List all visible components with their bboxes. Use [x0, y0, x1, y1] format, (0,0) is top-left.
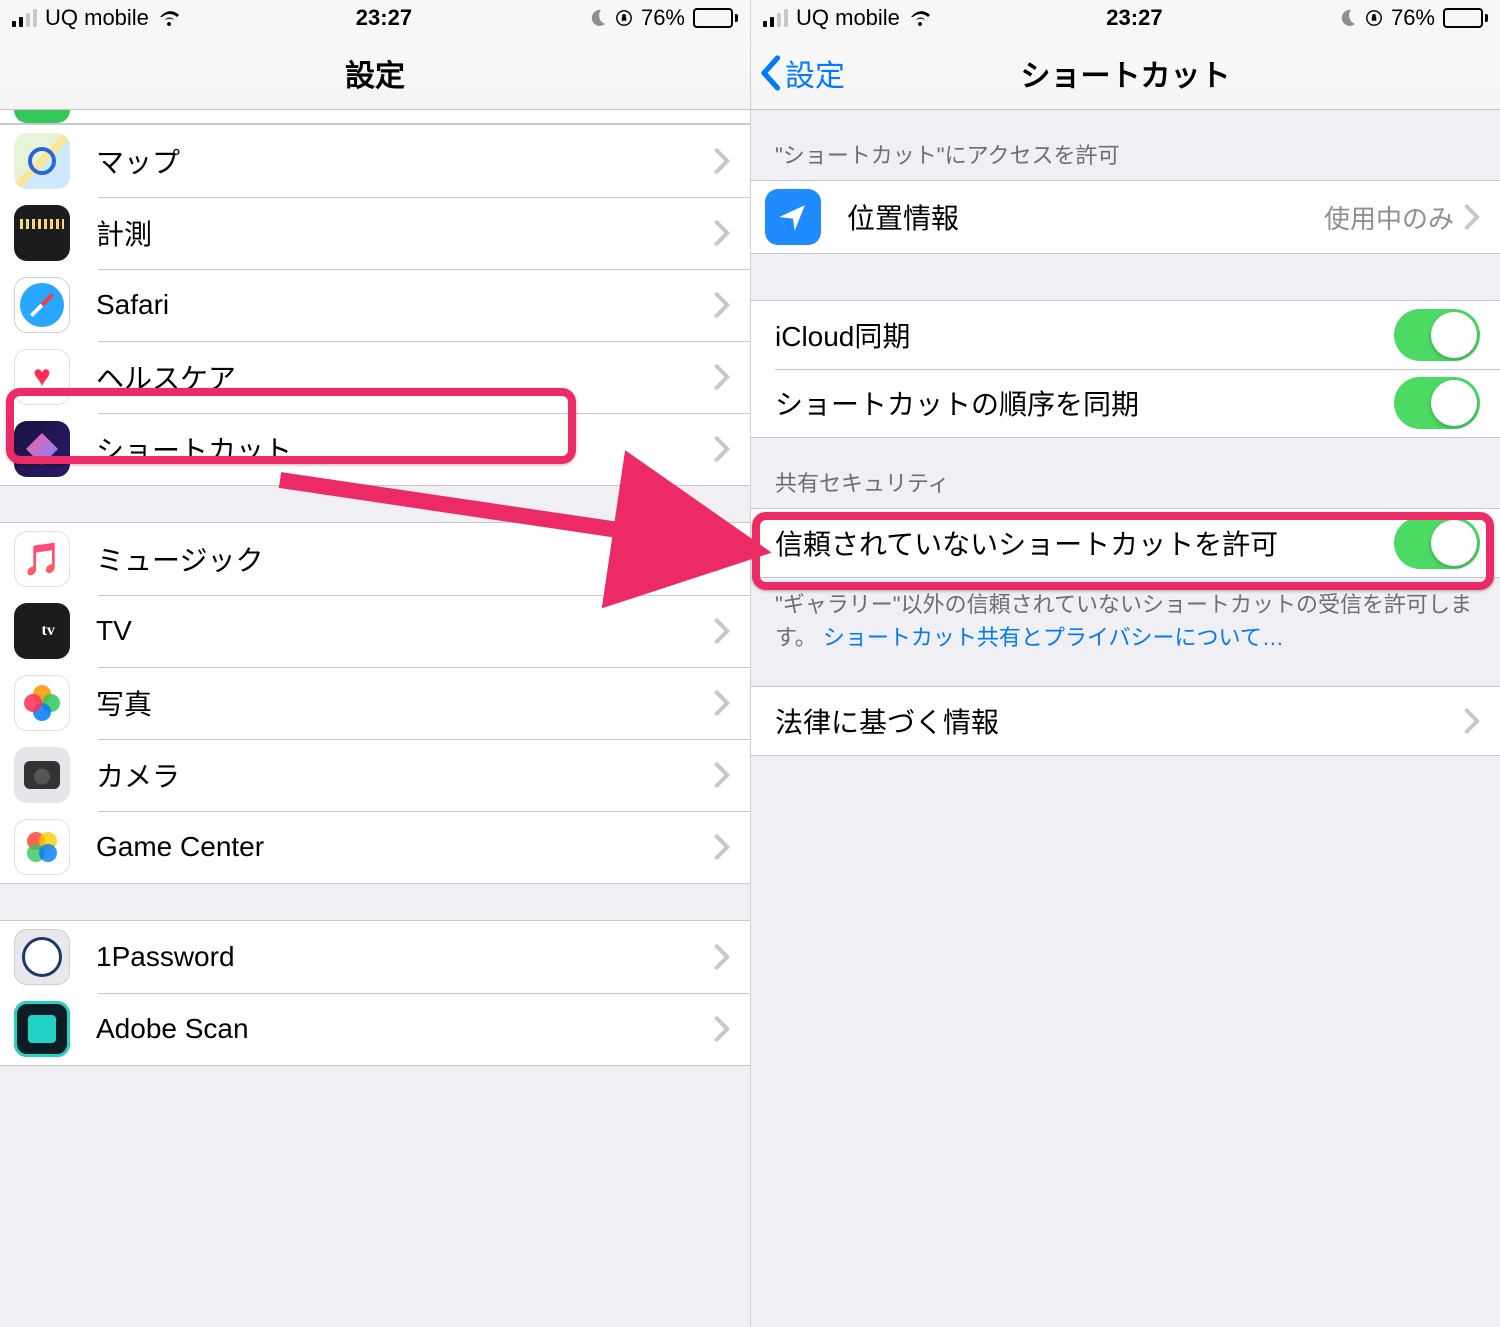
- shortcuts-icon: [14, 421, 70, 477]
- battery-icon: [693, 8, 738, 28]
- nav-header: 設定 ショートカット: [751, 36, 1500, 110]
- settings-root-screen: UQ mobile 23:27 76% 設定 マップ: [0, 0, 750, 1327]
- chevron-right-icon: [714, 617, 730, 645]
- tv-icon: tv: [14, 603, 70, 659]
- camera-icon: [14, 747, 70, 803]
- section-header-security: 共有セキュリティ: [751, 438, 1500, 508]
- chevron-right-icon: [714, 943, 730, 971]
- settings-row-safari[interactable]: Safari: [0, 269, 750, 341]
- row-icloud-sync[interactable]: iCloud同期: [751, 301, 1500, 369]
- settings-row-health[interactable]: ♥ ヘルスケア: [0, 341, 750, 413]
- settings-row-tv[interactable]: tv TV: [0, 595, 750, 667]
- chevron-right-icon: [714, 761, 730, 789]
- battery-percentage: 76%: [1391, 5, 1435, 31]
- row-label: ミュージック: [96, 539, 714, 579]
- footer-link-privacy[interactable]: ショートカット共有とプライバシーについて…: [823, 625, 1284, 650]
- row-label: Safari: [96, 289, 714, 321]
- row-label: 1Password: [96, 941, 714, 973]
- photos-icon: [14, 675, 70, 731]
- settings-row-shortcuts[interactable]: ショートカット: [0, 413, 750, 485]
- toggle-icloud-sync[interactable]: [1394, 309, 1480, 361]
- status-bar: UQ mobile 23:27 76%: [0, 0, 750, 36]
- nav-header: 設定: [0, 36, 750, 110]
- orientation-lock-icon: [1365, 9, 1383, 27]
- row-label: マップ: [96, 141, 714, 181]
- do-not-disturb-icon: [587, 8, 607, 28]
- row-label: 計測: [96, 213, 714, 253]
- safari-icon: [14, 277, 70, 333]
- row-label: ヘルスケア: [96, 357, 714, 397]
- settings-row-music[interactable]: ミュージック: [0, 523, 750, 595]
- carrier-label: UQ mobile: [796, 5, 900, 31]
- section-footer-security: "ギャラリー"以外の信頼されていないショートカットの受信を許可します。 ショート…: [751, 578, 1500, 656]
- row-label: ショートカット: [96, 429, 714, 469]
- cellular-signal-icon: [763, 9, 788, 27]
- settings-row-adobescan[interactable]: Adobe Scan: [0, 993, 750, 1065]
- measure-icon: [14, 205, 70, 261]
- chevron-right-icon: [714, 833, 730, 861]
- adobescan-icon: [14, 1001, 70, 1057]
- row-label: 位置情報: [847, 197, 1324, 237]
- row-order-sync[interactable]: ショートカットの順序を同期: [751, 369, 1500, 437]
- settings-row-measure[interactable]: 計測: [0, 197, 750, 269]
- settings-row-photos[interactable]: 写真: [0, 667, 750, 739]
- gamecenter-icon: [14, 819, 70, 875]
- chevron-right-icon: [714, 545, 730, 573]
- row-legal[interactable]: 法律に基づく情報: [751, 687, 1500, 755]
- row-label: 信頼されていないショートカットを許可: [775, 523, 1394, 563]
- battery-icon: [1443, 8, 1488, 28]
- page-title: 設定: [345, 51, 405, 95]
- battery-percentage: 76%: [641, 5, 685, 31]
- back-label: 設定: [785, 51, 845, 95]
- wifi-icon: [908, 9, 932, 27]
- chevron-right-icon: [1464, 707, 1480, 735]
- clock-label: 23:27: [1106, 5, 1162, 31]
- back-button[interactable]: 設定: [759, 36, 845, 109]
- chevron-right-icon: [714, 147, 730, 175]
- carrier-label: UQ mobile: [45, 5, 149, 31]
- chevron-right-icon: [714, 435, 730, 463]
- toggle-allow-untrusted[interactable]: [1394, 517, 1480, 569]
- row-location[interactable]: 位置情報 使用中のみ: [751, 181, 1500, 253]
- orientation-lock-icon: [615, 9, 633, 27]
- chevron-right-icon: [714, 291, 730, 319]
- wifi-icon: [157, 9, 181, 27]
- music-icon: [14, 531, 70, 587]
- toggle-order-sync[interactable]: [1394, 377, 1480, 429]
- prev-row-sliver-icon: [14, 110, 70, 123]
- row-allow-untrusted[interactable]: 信頼されていないショートカットを許可: [751, 509, 1500, 577]
- settings-row-maps[interactable]: マップ: [0, 125, 750, 197]
- do-not-disturb-icon: [1337, 8, 1357, 28]
- section-header-access: "ショートカット"にアクセスを許可: [751, 110, 1500, 180]
- chevron-right-icon: [714, 689, 730, 717]
- clock-label: 23:27: [356, 5, 412, 31]
- row-label: 写真: [96, 683, 714, 723]
- settings-row-1password[interactable]: 1Password: [0, 921, 750, 993]
- chevron-right-icon: [714, 363, 730, 391]
- chevron-right-icon: [1464, 203, 1480, 231]
- row-label: Adobe Scan: [96, 1013, 714, 1045]
- row-label: 法律に基づく情報: [775, 701, 1464, 741]
- row-label: Game Center: [96, 831, 714, 863]
- 1password-icon: [14, 929, 70, 985]
- row-label: iCloud同期: [775, 315, 1394, 355]
- cellular-signal-icon: [12, 9, 37, 27]
- chevron-right-icon: [714, 219, 730, 247]
- health-icon: ♥: [14, 349, 70, 405]
- page-title: ショートカット: [1021, 51, 1231, 95]
- maps-icon: [14, 133, 70, 189]
- row-label: ショートカットの順序を同期: [775, 383, 1394, 423]
- status-bar: UQ mobile 23:27 76%: [751, 0, 1500, 36]
- chevron-left-icon: [759, 55, 781, 91]
- settings-row-camera[interactable]: カメラ: [0, 739, 750, 811]
- row-label: TV: [96, 615, 714, 647]
- location-icon: [765, 189, 821, 245]
- settings-row-gamecenter[interactable]: Game Center: [0, 811, 750, 883]
- row-label: カメラ: [96, 755, 714, 795]
- row-detail: 使用中のみ: [1324, 199, 1454, 236]
- chevron-right-icon: [714, 1015, 730, 1043]
- shortcuts-settings-screen: UQ mobile 23:27 76% 設定 ショートカット "ショートカット"…: [750, 0, 1500, 1327]
